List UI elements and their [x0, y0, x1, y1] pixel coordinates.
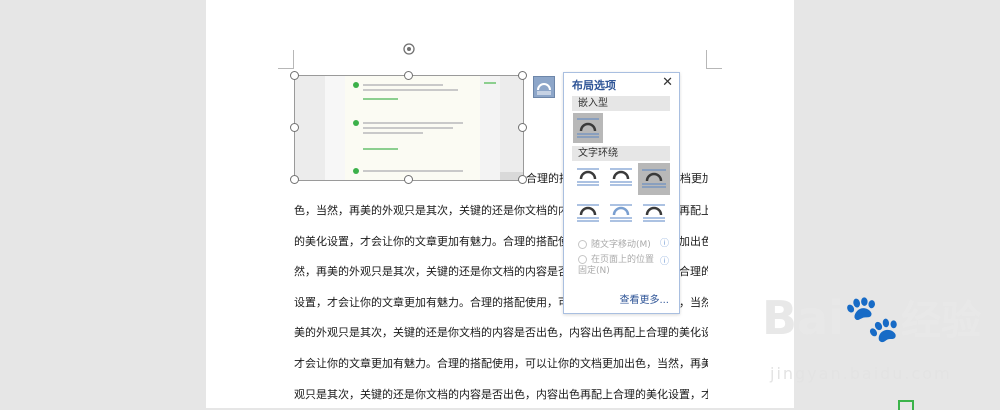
close-icon[interactable]: ✕ — [662, 75, 673, 90]
wrap-through-icon[interactable] — [607, 201, 635, 225]
resize-handle-bottom[interactable] — [404, 175, 413, 184]
watermark-logo: Bai🐾经验 — [762, 291, 982, 345]
see-more-link[interactable]: 查看更多... — [619, 291, 669, 306]
radio-icon — [578, 240, 587, 249]
resize-handle-left[interactable] — [290, 123, 299, 132]
info-icon[interactable]: ⓘ — [660, 254, 669, 267]
picture-content — [345, 76, 480, 180]
picture-avatar — [353, 82, 359, 88]
resize-handle-top-right[interactable] — [518, 71, 527, 80]
selected-picture[interactable] — [294, 75, 524, 181]
paragraph-line: 观只是其次，关键的还是你文档的内容是否出色，内容出色再配上合理的美化设置，才会让 — [294, 388, 708, 401]
picture-avatar — [353, 168, 359, 174]
layout-options-panel: 布局选项 ✕ 嵌入型 文字环绕 随文字移动(M) ⓘ 在页面上的位置固定(N) — [563, 72, 680, 314]
info-icon[interactable]: ⓘ — [660, 236, 669, 249]
picture-sidebar — [325, 76, 346, 180]
radio-icon — [578, 255, 587, 264]
paragraph-line: 美的外观只是其次，关键的还是你文档的内容是否出色，内容出色再配上合理的美化设置， — [294, 326, 708, 339]
paragraph-line: 才会让你的文章更加有魅力。合理的搭配使用，可以让你的文档更加出色，当然，再美的外 — [294, 357, 708, 370]
layout-options-icon — [537, 83, 551, 95]
wrap-tight-icon[interactable] — [607, 165, 635, 189]
resize-handle-bottom-left[interactable] — [290, 175, 299, 184]
margin-corner-top-right — [706, 50, 722, 69]
inline-with-text-icon[interactable] — [573, 113, 603, 143]
panel-title: 布局选项 — [572, 79, 616, 92]
wrap-top-bottom-icon[interactable] — [638, 163, 670, 195]
rotate-handle-icon[interactable] — [402, 42, 416, 56]
option-fix-position[interactable]: 在页面上的位置固定(N) — [578, 255, 660, 277]
option-move-with-text[interactable]: 随文字移动(M) — [578, 237, 651, 250]
watermark-url: jingyan.baidu.com — [770, 364, 952, 383]
resize-handle-right[interactable] — [518, 123, 527, 132]
wrap-behind-text-icon[interactable] — [574, 201, 602, 225]
document-page: 合理的搭配使用，可以让你的文档更加出 色，当然，再美的外观只是其次，关键的还是你… — [206, 0, 794, 408]
picture-right-panel — [480, 76, 500, 180]
resize-handle-top[interactable] — [404, 71, 413, 80]
picture-avatar — [353, 120, 359, 126]
corner-mark — [898, 400, 914, 410]
layout-options-button[interactable] — [533, 76, 555, 98]
wrap-square-icon[interactable] — [574, 165, 602, 189]
section-inline: 嵌入型 — [572, 96, 670, 111]
wrap-in-front-icon[interactable] — [640, 201, 668, 225]
resize-handle-top-left[interactable] — [290, 71, 299, 80]
margin-corner-top-left — [278, 50, 294, 69]
section-text-wrapping: 文字环绕 — [572, 146, 670, 161]
